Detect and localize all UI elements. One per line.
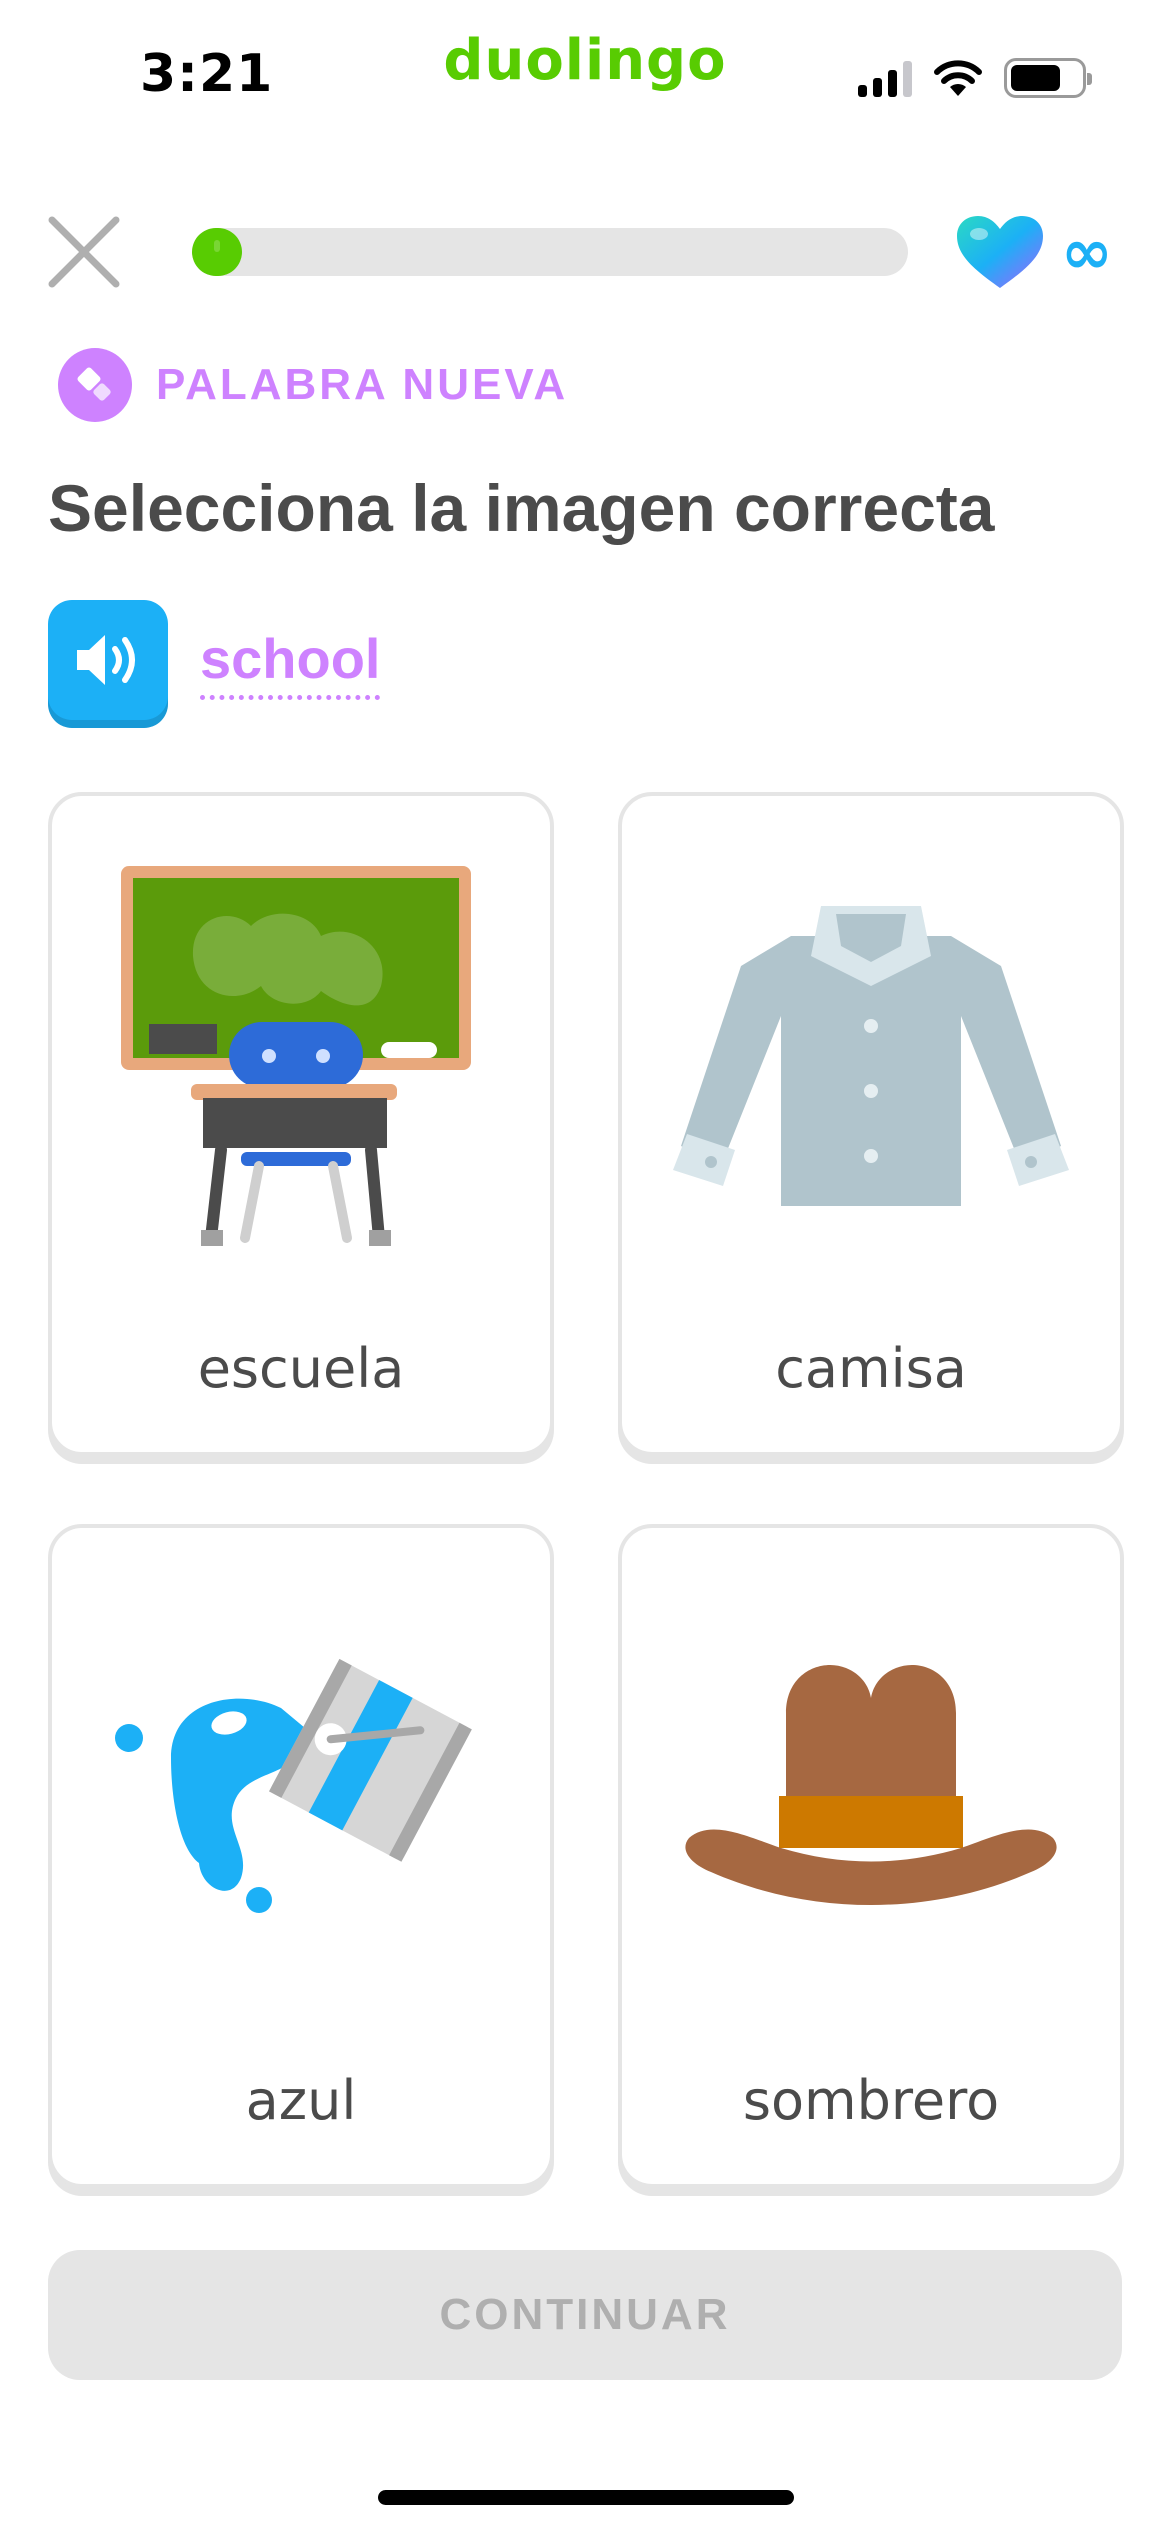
infinity-icon: ∞ <box>1061 215 1113 288</box>
continue-button[interactable]: CONTINUAR <box>48 2250 1122 2380</box>
battery-icon <box>1004 58 1092 98</box>
choice-card-azul[interactable]: azul <box>48 1524 554 2188</box>
choice-word: sombrero <box>742 2069 1000 2132</box>
hearts-indicator[interactable]: ∞ <box>955 214 1113 290</box>
choice-card-camisa[interactable]: camisa <box>618 792 1124 1456</box>
choice-word: azul <box>245 2069 357 2132</box>
new-word-icon <box>58 348 132 422</box>
choice-card-sombrero[interactable]: sombrero <box>618 1524 1124 2188</box>
new-word-badge: PALABRA NUEVA <box>58 348 568 422</box>
status-bar: 3:21 duolingo <box>0 0 1170 150</box>
signal-icon <box>858 59 912 97</box>
choice-word: camisa <box>775 1337 967 1400</box>
choice-word: escuela <box>197 1337 405 1400</box>
status-icons <box>858 56 1092 100</box>
speaker-icon <box>77 635 135 685</box>
lesson-progress-bar <box>192 228 908 276</box>
play-audio-button[interactable] <box>48 600 168 720</box>
close-button[interactable] <box>44 212 124 292</box>
home-indicator[interactable] <box>378 2490 794 2505</box>
exercise-title: Selecciona la imagen correcta <box>48 471 995 545</box>
shirt-icon <box>622 856 1120 1256</box>
blue-paint-bucket-icon <box>52 1588 550 1988</box>
new-word-label: PALABRA NUEVA <box>156 360 569 409</box>
hat-icon <box>622 1588 1120 1988</box>
heart-icon <box>957 216 1043 288</box>
school-desk-chalkboard-icon <box>52 856 550 1256</box>
choice-card-escuela[interactable]: escuela <box>48 792 554 1456</box>
prompt-word[interactable]: school <box>200 626 381 700</box>
close-icon <box>48 216 120 288</box>
progress-fill <box>192 228 243 276</box>
wifi-icon <box>934 60 982 96</box>
